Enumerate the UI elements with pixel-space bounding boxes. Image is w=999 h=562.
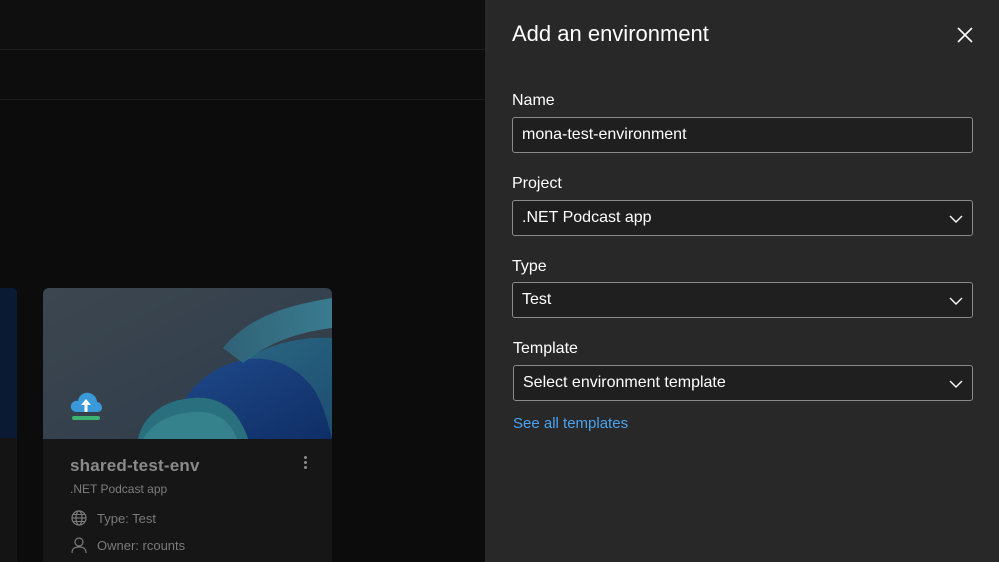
chevron-down-icon (949, 380, 963, 388)
project-dropdown[interactable]: .NET Podcast app (512, 200, 973, 236)
background-card-partial-body (0, 438, 17, 562)
project-selected-value: .NET Podcast app (522, 209, 652, 226)
person-icon (71, 537, 87, 554)
name-field-container (512, 117, 973, 153)
more-vertical-icon[interactable] (298, 454, 312, 474)
background-header (0, 0, 485, 50)
name-input[interactable] (513, 118, 972, 152)
card-project: .NET Podcast app (70, 482, 168, 496)
template-dropdown[interactable]: Select environment template (513, 365, 973, 401)
background-card-partial (0, 288, 17, 438)
type-selected-value: Test (522, 291, 552, 308)
see-all-templates-link[interactable]: See all templates (513, 415, 628, 432)
template-placeholder: Select environment template (523, 374, 726, 391)
close-icon[interactable] (954, 24, 976, 46)
card-type-row: Type: Test (70, 509, 156, 527)
globe-icon (71, 510, 87, 526)
card-owner-text: Owner: rcounts (97, 537, 186, 553)
background-page: shared-test-env .NET Podcast app Type: T… (0, 0, 485, 562)
template-label: Template (513, 340, 578, 357)
environment-card: shared-test-env .NET Podcast app Type: T… (43, 288, 332, 562)
type-label: Type (512, 258, 547, 275)
add-environment-panel: Add an environment Name Project .NET Pod… (485, 0, 999, 562)
chevron-down-icon (949, 297, 963, 305)
card-title: shared-test-env (70, 456, 200, 475)
background-command-bar (0, 51, 485, 100)
panel-title: Add an environment (512, 21, 709, 46)
chevron-down-icon (949, 215, 963, 223)
type-dropdown[interactable]: Test (512, 282, 973, 318)
name-label: Name (512, 92, 555, 109)
card-owner-row: Owner: rcounts (70, 536, 185, 554)
project-label: Project (512, 175, 562, 192)
cloud-upload-icon (70, 392, 102, 420)
card-type-text: Type: Test (97, 510, 157, 526)
